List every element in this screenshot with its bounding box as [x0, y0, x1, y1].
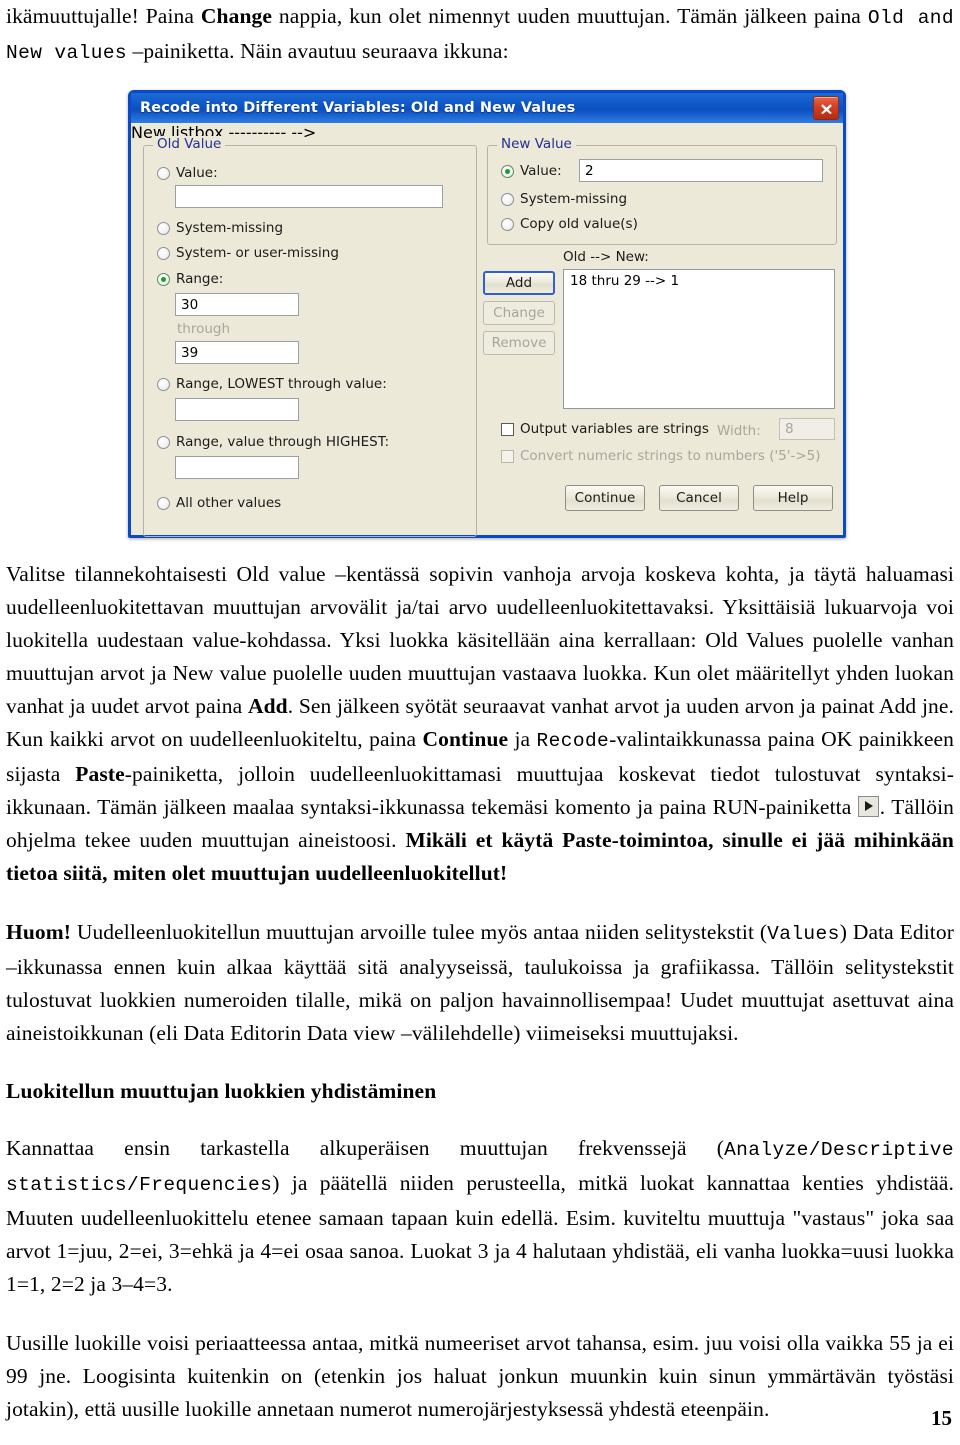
old-radio-system-missing-label: System-missing [176, 220, 284, 236]
recode-dialog-figure: Recode into Different Variables: Old and… [128, 90, 846, 538]
old-new-list-label: Old --> New: [563, 249, 649, 265]
old-radio-system-missing[interactable]: System-missing [157, 220, 283, 236]
new-radio-copy-old-values-label: Copy old value(s) [520, 216, 638, 232]
intro-text-3: –painiketta. Näin avautuu seuraava ikkun… [127, 39, 509, 63]
new-radio-copy-old-values[interactable]: Copy old value(s) [501, 216, 638, 232]
old-radio-range-lowest[interactable]: Range, LOWEST through value: [157, 376, 387, 392]
p2-text-3: ja [508, 727, 537, 751]
old-radio-range-lowest-label: Range, LOWEST through value: [176, 376, 387, 392]
output-variables-are-strings-checkbox[interactable]: Output variables are strings [501, 421, 709, 437]
old-radio-all-other-values[interactable]: All other values [157, 495, 281, 511]
radio-indicator [157, 435, 170, 449]
old-radio-range-label: Range: [176, 271, 224, 287]
add-button-label: Add [505, 275, 533, 291]
p5-text-1: Uusille luokille voisi periaatteessa ant… [6, 1331, 954, 1421]
dialog-titlebar: Recode into Different Variables: Old and… [131, 93, 843, 123]
checkbox-indicator [501, 449, 514, 463]
p3-mono-values: Values [767, 923, 840, 945]
old-radio-range-highest[interactable]: Range, value through HIGHEST: [157, 434, 389, 450]
intro-paragraph: ikämuuttujalle! Paina Change nappia, kun… [6, 0, 954, 70]
recode-dialog: Recode into Different Variables: Old and… [128, 90, 846, 538]
new-value-input[interactable]: 2 [579, 159, 823, 182]
add-button[interactable]: Add [483, 271, 555, 295]
radio-indicator [157, 377, 170, 391]
close-icon[interactable] [813, 96, 839, 120]
old-radio-value[interactable]: Value: [157, 165, 218, 181]
width-input[interactable]: 8 [779, 418, 835, 440]
p2-bold-continue: Continue [422, 727, 509, 751]
radio-indicator [501, 192, 514, 206]
range-to-input[interactable]: 39 [175, 341, 299, 364]
radio-indicator [501, 217, 514, 231]
old-new-list[interactable]: 18 thru 29 --> 1 [563, 269, 835, 409]
page-number: 15 [931, 1406, 952, 1430]
paragraph-recode-instructions: Valitse tilannekohtaisesti Old value –ke… [6, 558, 954, 890]
paragraph-merge-classes: Kannattaa ensin tarkastella alkuperäisen… [6, 1132, 954, 1301]
old-radio-range-highest-label: Range, value through HIGHEST: [176, 434, 390, 450]
document-page: ikämuuttujalle! Paina Change nappia, kun… [0, 0, 960, 1445]
list-item[interactable]: 18 thru 29 --> 1 [564, 270, 834, 289]
p2-mono-recode: Recode [536, 730, 610, 752]
dialog-title: Recode into Different Variables: Old and… [140, 100, 576, 116]
width-value: 8 [785, 421, 794, 437]
p2-bold-add: Add [247, 694, 288, 718]
continue-button[interactable]: Continue [565, 485, 645, 511]
range-from-value: 30 [181, 296, 199, 313]
p2-bold-paste: Paste [75, 762, 125, 786]
new-radio-value[interactable]: Value: [501, 163, 562, 179]
cancel-button[interactable]: Cancel [659, 485, 739, 511]
intro-bold-change: Change [200, 4, 273, 28]
new-radio-value-label: Value: [520, 163, 562, 179]
dialog-body: Old Value Value: System-missing System- … [131, 123, 843, 537]
old-radio-all-other-values-label: All other values [176, 495, 282, 511]
old-radio-system-or-user-missing-label: System- or user-missing [176, 245, 339, 261]
remove-button[interactable]: Remove [483, 331, 555, 355]
radio-indicator-selected [157, 272, 170, 286]
range-from-input[interactable]: 30 [175, 293, 299, 316]
convert-numeric-strings-label: Convert numeric strings to numbers ('5'-… [520, 448, 821, 464]
change-button-label: Change [493, 305, 545, 321]
radio-indicator [157, 496, 170, 510]
p3-text-1: Uudelleenluokitellun muuttujan arvoille … [71, 920, 768, 944]
intro-text-2: nappia, kun olet nimennyt uuden muuttuja… [272, 4, 868, 28]
old-value-legend: Old Value [153, 136, 226, 152]
checkbox-indicator [501, 422, 514, 436]
range-highest-input[interactable] [175, 456, 299, 479]
range-through-label: through [177, 321, 231, 337]
help-button[interactable]: Help [753, 485, 833, 511]
new-radio-system-missing-label: System-missing [520, 191, 628, 207]
radio-indicator [157, 246, 170, 260]
old-radio-range[interactable]: Range: [157, 271, 223, 287]
radio-indicator [157, 221, 170, 235]
radio-indicator [157, 166, 170, 180]
paragraph-note: Huom! Uudelleenluokitellun muuttujan arv… [6, 916, 954, 1050]
p3-bold-huom: Huom! [6, 920, 71, 944]
new-value-legend: New Value [497, 136, 576, 152]
section-heading: Luokitellun muuttujan luokkien yhdistämi… [6, 1079, 437, 1103]
range-to-value: 39 [181, 344, 199, 361]
new-value-input-text: 2 [585, 162, 594, 179]
convert-numeric-strings-checkbox[interactable]: Convert numeric strings to numbers ('5'-… [501, 448, 821, 464]
paragraph-new-class-numbering: Uusille luokille voisi periaatteessa ant… [6, 1327, 954, 1426]
help-button-label: Help [777, 490, 809, 506]
old-value-input[interactable] [175, 185, 443, 208]
remove-button-label: Remove [491, 335, 547, 351]
cancel-button-label: Cancel [676, 490, 722, 506]
output-variables-are-strings-label: Output variables are strings [520, 421, 709, 437]
old-radio-value-label: Value: [176, 165, 218, 181]
width-label: Width: [717, 423, 761, 439]
p4-text-1: Kannattaa ensin tarkastella alkuperäisen… [6, 1136, 725, 1160]
old-radio-system-or-user-missing[interactable]: System- or user-missing [157, 245, 339, 261]
run-button-icon [857, 796, 879, 817]
new-radio-system-missing[interactable]: System-missing [501, 191, 627, 207]
range-lowest-input[interactable] [175, 398, 299, 421]
intro-text-1: ikämuuttujalle! Paina [6, 4, 201, 28]
p2-text-5: -painiketta, jolloin uudelleenluokittama… [6, 762, 954, 819]
change-button[interactable]: Change [483, 301, 555, 325]
continue-button-label: Continue [574, 490, 636, 506]
radio-indicator-selected [501, 164, 514, 178]
